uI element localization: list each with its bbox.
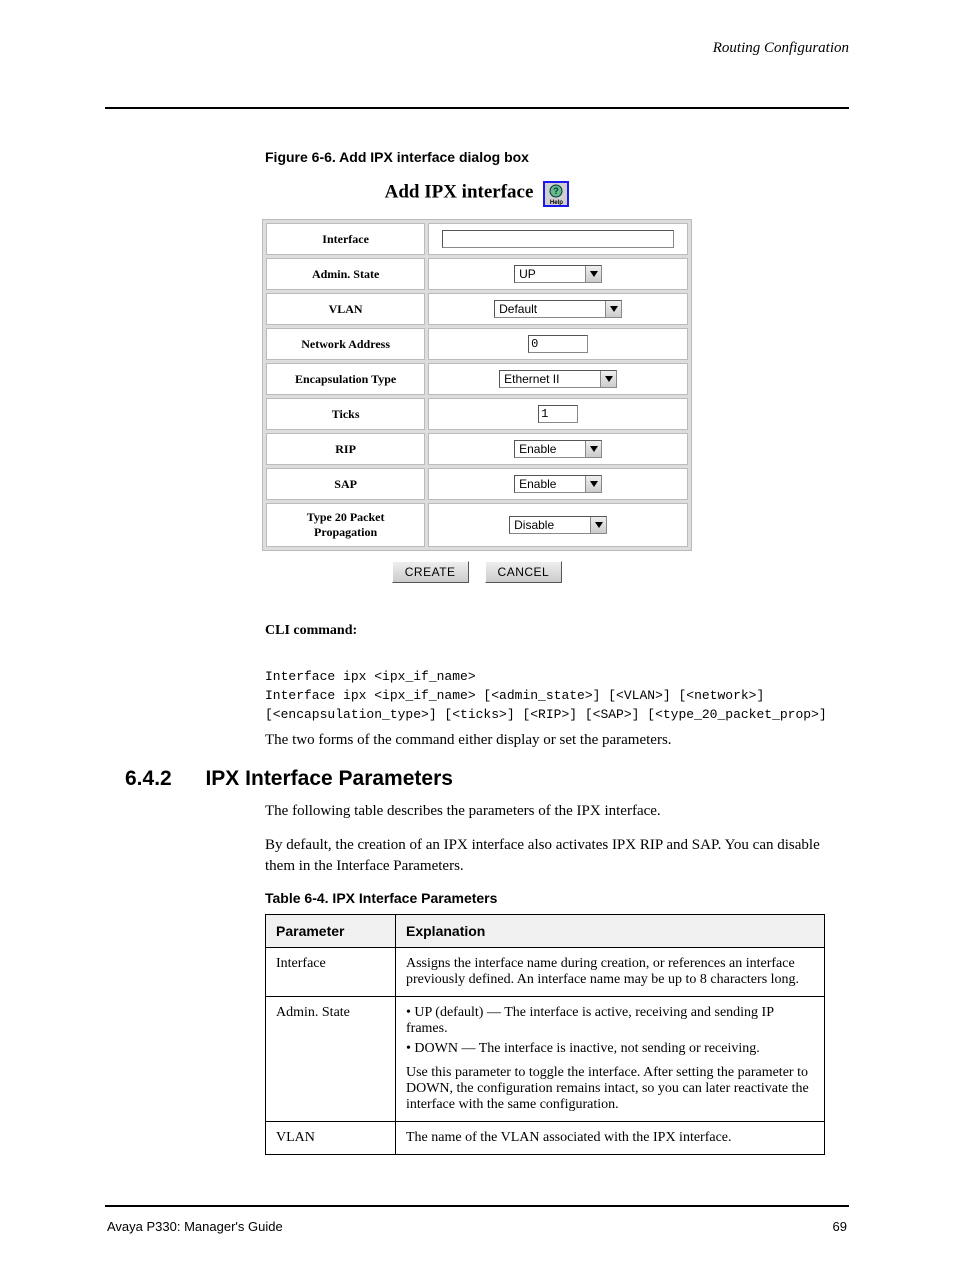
form-label: RIP (266, 433, 425, 465)
form-label: VLAN (266, 293, 425, 325)
form-label: Admin. State (266, 258, 425, 290)
form-control-cell (428, 398, 688, 430)
select[interactable]: Disable (509, 516, 607, 534)
figure-heading-text: Add IPX interface (385, 182, 534, 203)
bottom-rule (105, 1205, 849, 1207)
top-rule (105, 107, 849, 109)
table-caption: Table 6-4. IPX Interface Parameters (265, 890, 849, 906)
chevron-down-icon (585, 476, 601, 492)
section-name: IPX Interface Parameters (205, 767, 452, 790)
select[interactable]: UP (514, 265, 602, 283)
select[interactable]: Enable (514, 475, 602, 493)
select-value: Default (495, 301, 605, 317)
chevron-down-icon (585, 266, 601, 282)
desc-header-param: Parameter (266, 914, 396, 947)
footer-left: Avaya P330: Manager's Guide (107, 1219, 283, 1234)
figure-caption: Figure 6-6. Add IPX interface dialog box (265, 149, 849, 165)
section-body-1: The following table describes the parame… (265, 801, 849, 821)
form-row: Interface (266, 223, 688, 255)
help-icon[interactable]: ? Help (543, 181, 569, 207)
desc-header-explain: Explanation (396, 914, 825, 947)
footer-right: 69 (833, 1219, 847, 1234)
param-cell: Interface (266, 947, 396, 996)
form-row: RIP Enable (266, 433, 688, 465)
form-control-cell: Default (428, 293, 688, 325)
form-control-cell (428, 328, 688, 360)
table-row: Interface Assigns the interface name dur… (266, 947, 825, 996)
page-header-right: Routing Configuration (105, 40, 849, 57)
ipx-form-table: InterfaceAdmin. State UP VLAN Default Networ… (262, 219, 692, 551)
figure-heading: Add IPX interface ? Help (262, 181, 692, 207)
cli-line1: Interface ipx <ipx_if_name> (265, 669, 849, 684)
form-label: SAP (266, 468, 425, 500)
explain-line: • DOWN — The interface is inactive, not … (406, 1041, 814, 1057)
chevron-down-icon (605, 301, 621, 317)
section-number: 6.4.2 (125, 767, 172, 790)
figure-area: Add IPX interface ? Help InterfaceAdmin.… (262, 181, 692, 583)
cancel-button[interactable]: CANCEL (485, 561, 563, 583)
section-body-2: By default, the creation of an IPX inter… (265, 835, 849, 876)
text-input[interactable] (442, 230, 674, 248)
form-label: Type 20 Packet Propagation (266, 503, 425, 547)
chevron-down-icon (600, 371, 616, 387)
form-control-cell: Ethernet II (428, 363, 688, 395)
form-row: Network Address (266, 328, 688, 360)
cli-desc: The two forms of the command either disp… (265, 732, 849, 749)
cli-line3: [<encapsulation_type>] [<ticks>] [<RIP>]… (265, 707, 849, 722)
form-control-cell (428, 223, 688, 255)
form-row: Ticks (266, 398, 688, 430)
explain-cell: Assigns the interface name during creati… (396, 947, 825, 996)
form-row: SAP Enable (266, 468, 688, 500)
form-label: Interface (266, 223, 425, 255)
explain-cell: The name of the VLAN associated with the… (396, 1121, 825, 1154)
create-button[interactable]: CREATE (392, 561, 469, 583)
chevron-down-icon (585, 441, 601, 457)
text-input[interactable] (538, 405, 578, 423)
form-control-cell: Disable (428, 503, 688, 547)
form-control-cell: Enable (428, 468, 688, 500)
chevron-down-icon (590, 517, 606, 533)
form-row: Admin. State UP (266, 258, 688, 290)
table-row: VLAN The name of the VLAN associated wit… (266, 1121, 825, 1154)
svg-text:?: ? (554, 186, 560, 196)
cli-heading: CLI command: (265, 623, 849, 639)
explain-line: • UP (default) — The interface is active… (406, 1005, 814, 1037)
form-row: VLAN Default (266, 293, 688, 325)
desc-table: Parameter Explanation Interface Assigns … (265, 914, 825, 1155)
param-cell: VLAN (266, 1121, 396, 1154)
select[interactable]: Ethernet II (499, 370, 617, 388)
cli-line2: Interface ipx <ipx_if_name> [<admin_stat… (265, 688, 849, 703)
form-label: Ticks (266, 398, 425, 430)
explain-cell: • UP (default) — The interface is active… (396, 996, 825, 1121)
form-row: Encapsulation Type Ethernet II (266, 363, 688, 395)
form-label: Encapsulation Type (266, 363, 425, 395)
explain-line: Use this parameter to toggle the interfa… (406, 1065, 814, 1113)
select[interactable]: Default (494, 300, 622, 318)
select-value: UP (515, 266, 585, 282)
select-value: Enable (515, 476, 585, 492)
form-row: Type 20 Packet Propagation Disable (266, 503, 688, 547)
text-input[interactable] (528, 335, 588, 353)
form-control-cell: Enable (428, 433, 688, 465)
select-value: Ethernet II (500, 371, 600, 387)
form-control-cell: UP (428, 258, 688, 290)
table-row: Admin. State • UP (default) — The interf… (266, 996, 825, 1121)
section-header: 6.4.2 IPX Interface Parameters (125, 767, 849, 791)
select-value: Disable (510, 517, 590, 533)
select[interactable]: Enable (514, 440, 602, 458)
select-value: Enable (515, 441, 585, 457)
param-cell: Admin. State (266, 996, 396, 1121)
form-label: Network Address (266, 328, 425, 360)
